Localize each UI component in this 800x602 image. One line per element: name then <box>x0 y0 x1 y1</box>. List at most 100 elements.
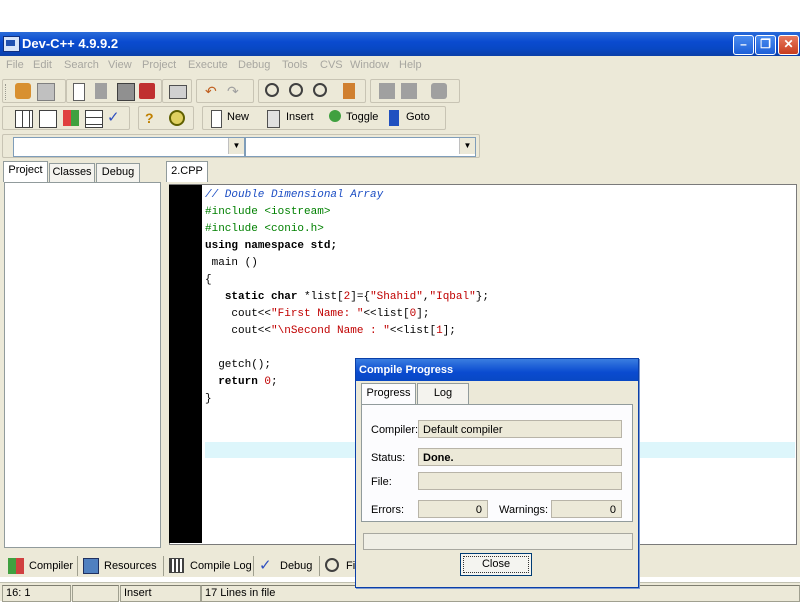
menu-cvs[interactable]: CVS <box>320 59 343 71</box>
tab-find-label: Fi <box>346 560 356 572</box>
menu-project[interactable]: Project <box>142 59 176 71</box>
open-project-icon[interactable] <box>37 83 55 101</box>
tab-classes[interactable]: Classes <box>49 163 95 182</box>
tab-compiler[interactable]: Compiler <box>8 556 74 576</box>
close-file-icon[interactable] <box>139 83 155 99</box>
toggle-button[interactable]: Toggle <box>346 111 378 123</box>
toolbar-print <box>162 79 192 103</box>
code-line: { <box>205 274 212 290</box>
toolbar-search <box>258 79 366 103</box>
replace-icon[interactable] <box>313 83 327 97</box>
code-comment: // Double Dimensional Array <box>205 189 384 201</box>
forward-icon[interactable] <box>401 83 417 99</box>
menu-window[interactable]: Window <box>350 59 389 71</box>
insert-icon <box>267 110 280 128</box>
status-empty-pane <box>72 585 119 602</box>
check-syntax-icon[interactable]: ✓ <box>107 110 123 126</box>
compile-icon[interactable] <box>15 110 33 128</box>
run-icon[interactable] <box>39 110 57 128</box>
help-icon[interactable]: ? <box>145 110 161 126</box>
toolbar-row-2: ✓ ? New Insert Toggle Goto <box>0 104 800 132</box>
menu-execute[interactable]: Execute <box>188 59 228 71</box>
save-all-icon[interactable] <box>117 83 135 101</box>
list-icon[interactable] <box>431 83 447 99</box>
new-source-icon <box>211 110 222 128</box>
tab-source-file[interactable]: 2.CPP <box>166 161 208 182</box>
check-icon: ✓ <box>259 557 272 574</box>
menu-help[interactable]: Help <box>399 59 422 71</box>
toolbar-row-1: ↶ ↷ <box>0 76 800 104</box>
restore-button[interactable]: ❐ <box>755 35 776 55</box>
project-icon[interactable] <box>15 83 31 99</box>
tab-log[interactable]: Log <box>417 383 469 404</box>
goto-bookmark-icon <box>389 110 399 126</box>
devcpp-app-icon[interactable] <box>3 36 20 52</box>
tab-compile-log[interactable]: Compile Log <box>169 556 253 576</box>
menu-view[interactable]: View <box>108 59 132 71</box>
tab-progress[interactable]: Progress <box>361 383 416 404</box>
rebuild-icon[interactable] <box>85 110 103 128</box>
cursor-position: 16: 1 <box>2 585 71 602</box>
errors-label: Errors: <box>371 504 404 516</box>
minimize-button[interactable]: – <box>733 35 754 55</box>
toolbar-file <box>66 79 162 103</box>
project-browser-panel[interactable] <box>4 182 161 548</box>
insert-button[interactable]: Insert <box>286 111 314 123</box>
tab-resources[interactable]: Resources <box>83 556 161 576</box>
save-icon[interactable] <box>95 83 107 99</box>
find-icon[interactable] <box>265 83 279 97</box>
bar-chart-icon <box>169 558 184 573</box>
tab-separator <box>253 556 254 576</box>
new-button[interactable]: New <box>227 111 249 123</box>
menu-file[interactable]: File <box>6 59 24 71</box>
warnings-value: 0 <box>551 500 622 518</box>
compile-run-icon[interactable] <box>63 110 79 126</box>
compiler-label: Compiler: <box>371 424 419 436</box>
tab-find-results[interactable]: Fi <box>325 556 355 576</box>
menu-debug[interactable]: Debug <box>238 59 270 71</box>
minimize-icon: – <box>740 37 747 51</box>
file-label: File: <box>371 476 392 488</box>
menu-edit[interactable]: Edit <box>33 59 52 71</box>
member-combo[interactable]: ▼ <box>245 137 476 157</box>
compiler-value: Default compiler <box>418 420 622 438</box>
tab-project[interactable]: Project <box>3 161 48 182</box>
resources-icon <box>83 558 99 574</box>
tab-debug-output[interactable]: ✓ Debug <box>259 556 319 576</box>
code-preprocessor: #include <iostream> <box>205 206 331 218</box>
dialog-title: Compile Progress <box>356 359 638 381</box>
tab-debug[interactable]: Debug <box>96 163 140 182</box>
compile-progress-dialog: Compile Progress Progress Log Compiler: … <box>355 358 639 588</box>
code-line: // Double Dimensional Array <box>205 189 383 205</box>
code-text: cout<<"\nSecond Name : "<<list[1]; <box>205 325 456 337</box>
tab-separator <box>163 556 164 576</box>
warnings-label: Warnings: <box>499 504 549 516</box>
goto-button[interactable]: Goto <box>406 111 430 123</box>
code-text: cout<<"First Name: "<<list[0]; <box>205 308 430 320</box>
status-label: Status: <box>371 452 406 464</box>
print-icon[interactable] <box>169 85 187 99</box>
restore-icon: ❐ <box>760 37 771 51</box>
redo-icon[interactable]: ↷ <box>227 83 243 99</box>
new-file-icon[interactable] <box>73 83 85 101</box>
find-next-icon[interactable] <box>289 83 303 97</box>
goto-line-icon[interactable] <box>343 83 355 99</box>
about-icon[interactable] <box>169 110 185 126</box>
class-combo[interactable]: ▼ <box>13 137 245 157</box>
close-dialog-button[interactable]: Close <box>460 553 532 576</box>
code-line: } <box>205 393 212 409</box>
tab-separator <box>319 556 320 576</box>
menu-tools[interactable]: Tools <box>282 59 308 71</box>
toolbar-compile: ✓ <box>2 106 130 130</box>
tab-debug-label: Debug <box>280 560 313 572</box>
editor-gutter[interactable] <box>169 185 202 543</box>
chevron-down-icon[interactable]: ▼ <box>228 138 244 154</box>
undo-icon[interactable]: ↶ <box>205 83 221 99</box>
toolbar-main <box>2 79 66 103</box>
toolbar-edit-actions: New Insert Toggle Goto <box>202 106 446 130</box>
chevron-down-icon[interactable]: ▼ <box>459 138 475 154</box>
back-icon[interactable] <box>379 83 395 99</box>
toolbar-grip[interactable] <box>5 84 9 100</box>
close-window-button[interactable]: ✕ <box>778 35 799 55</box>
menu-search[interactable]: Search <box>64 59 99 71</box>
